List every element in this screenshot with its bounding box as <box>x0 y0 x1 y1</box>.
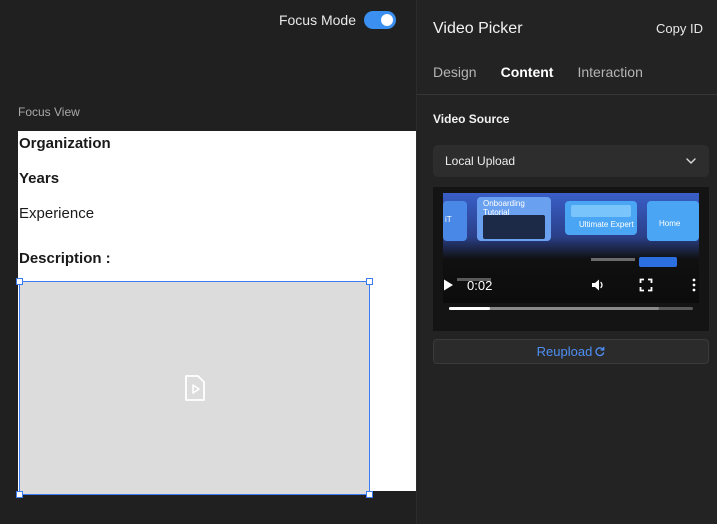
video-progress-bar[interactable] <box>449 307 693 310</box>
panel-title: Video Picker <box>433 20 523 37</box>
thumbnail-card-inner <box>571 205 631 217</box>
copy-id-button[interactable]: Copy ID <box>656 21 703 36</box>
thumbnail-card: Ultimate Expert <box>565 201 637 235</box>
field-description[interactable]: Description : <box>19 250 111 267</box>
play-icon[interactable] <box>441 278 455 292</box>
focus-mode-toggle[interactable] <box>364 11 396 29</box>
volume-icon[interactable] <box>591 278 605 292</box>
thumbnail-card-inner <box>483 215 545 239</box>
thumbnail-text: Home <box>659 219 681 228</box>
tab-interaction[interactable]: Interaction <box>577 64 642 80</box>
chevron-down-icon <box>686 158 696 164</box>
reupload-button[interactable]: Reupload <box>433 339 709 364</box>
focus-mode-label: Focus Mode <box>278 12 356 28</box>
focus-mode-control: Focus Mode <box>279 11 396 29</box>
video-picker-placeholder[interactable] <box>16 278 373 498</box>
toggle-knob <box>381 14 393 26</box>
video-player[interactable]: iT Onboarding Tutorial Ultimate Expert H… <box>433 187 709 331</box>
field-organization[interactable]: Organization <box>19 135 111 152</box>
thumbnail-button <box>639 257 677 267</box>
tab-content[interactable]: Content <box>501 64 554 80</box>
more-options-icon[interactable] <box>687 278 701 292</box>
fullscreen-icon[interactable] <box>639 278 653 292</box>
refresh-icon <box>595 346 605 357</box>
canvas-area: Focus Mode Focus View Organization Years… <box>0 0 416 524</box>
field-experience[interactable]: Experience <box>19 205 94 222</box>
resize-handle-top-right[interactable] <box>366 278 373 285</box>
thumbnail-card: Onboarding Tutorial <box>477 197 551 241</box>
video-source-title: Video Source <box>433 112 510 126</box>
resize-handle-bottom-right[interactable] <box>366 491 373 498</box>
tabs-divider <box>417 94 717 95</box>
video-source-value: Local Upload <box>445 154 516 168</box>
resize-handle-top-left[interactable] <box>16 278 23 285</box>
panel-tabs: Design Content Interaction <box>433 64 643 80</box>
field-years[interactable]: Years <box>19 170 59 187</box>
video-current-time: 0:02 <box>467 277 493 293</box>
properties-panel: Video Picker Copy ID Design Content Inte… <box>416 0 717 524</box>
focus-view-label: Focus View <box>18 105 80 119</box>
reupload-label: Reupload <box>536 344 593 359</box>
thumbnail-text: Ultimate Expert <box>579 220 634 229</box>
tab-design[interactable]: Design <box>433 64 477 80</box>
video-played-bar <box>449 307 491 310</box>
thumbnail-text: iT <box>445 215 452 224</box>
video-file-icon <box>184 375 205 401</box>
thumbnail-card: iT <box>443 201 467 241</box>
video-controls: 0:02 <box>433 273 709 297</box>
video-controls-right <box>591 278 701 292</box>
resize-handle-bottom-left[interactable] <box>16 491 23 498</box>
thumbnail-text-line <box>591 258 635 261</box>
video-source-select[interactable]: Local Upload <box>433 145 709 177</box>
thumbnail-card: Home <box>647 201 699 241</box>
